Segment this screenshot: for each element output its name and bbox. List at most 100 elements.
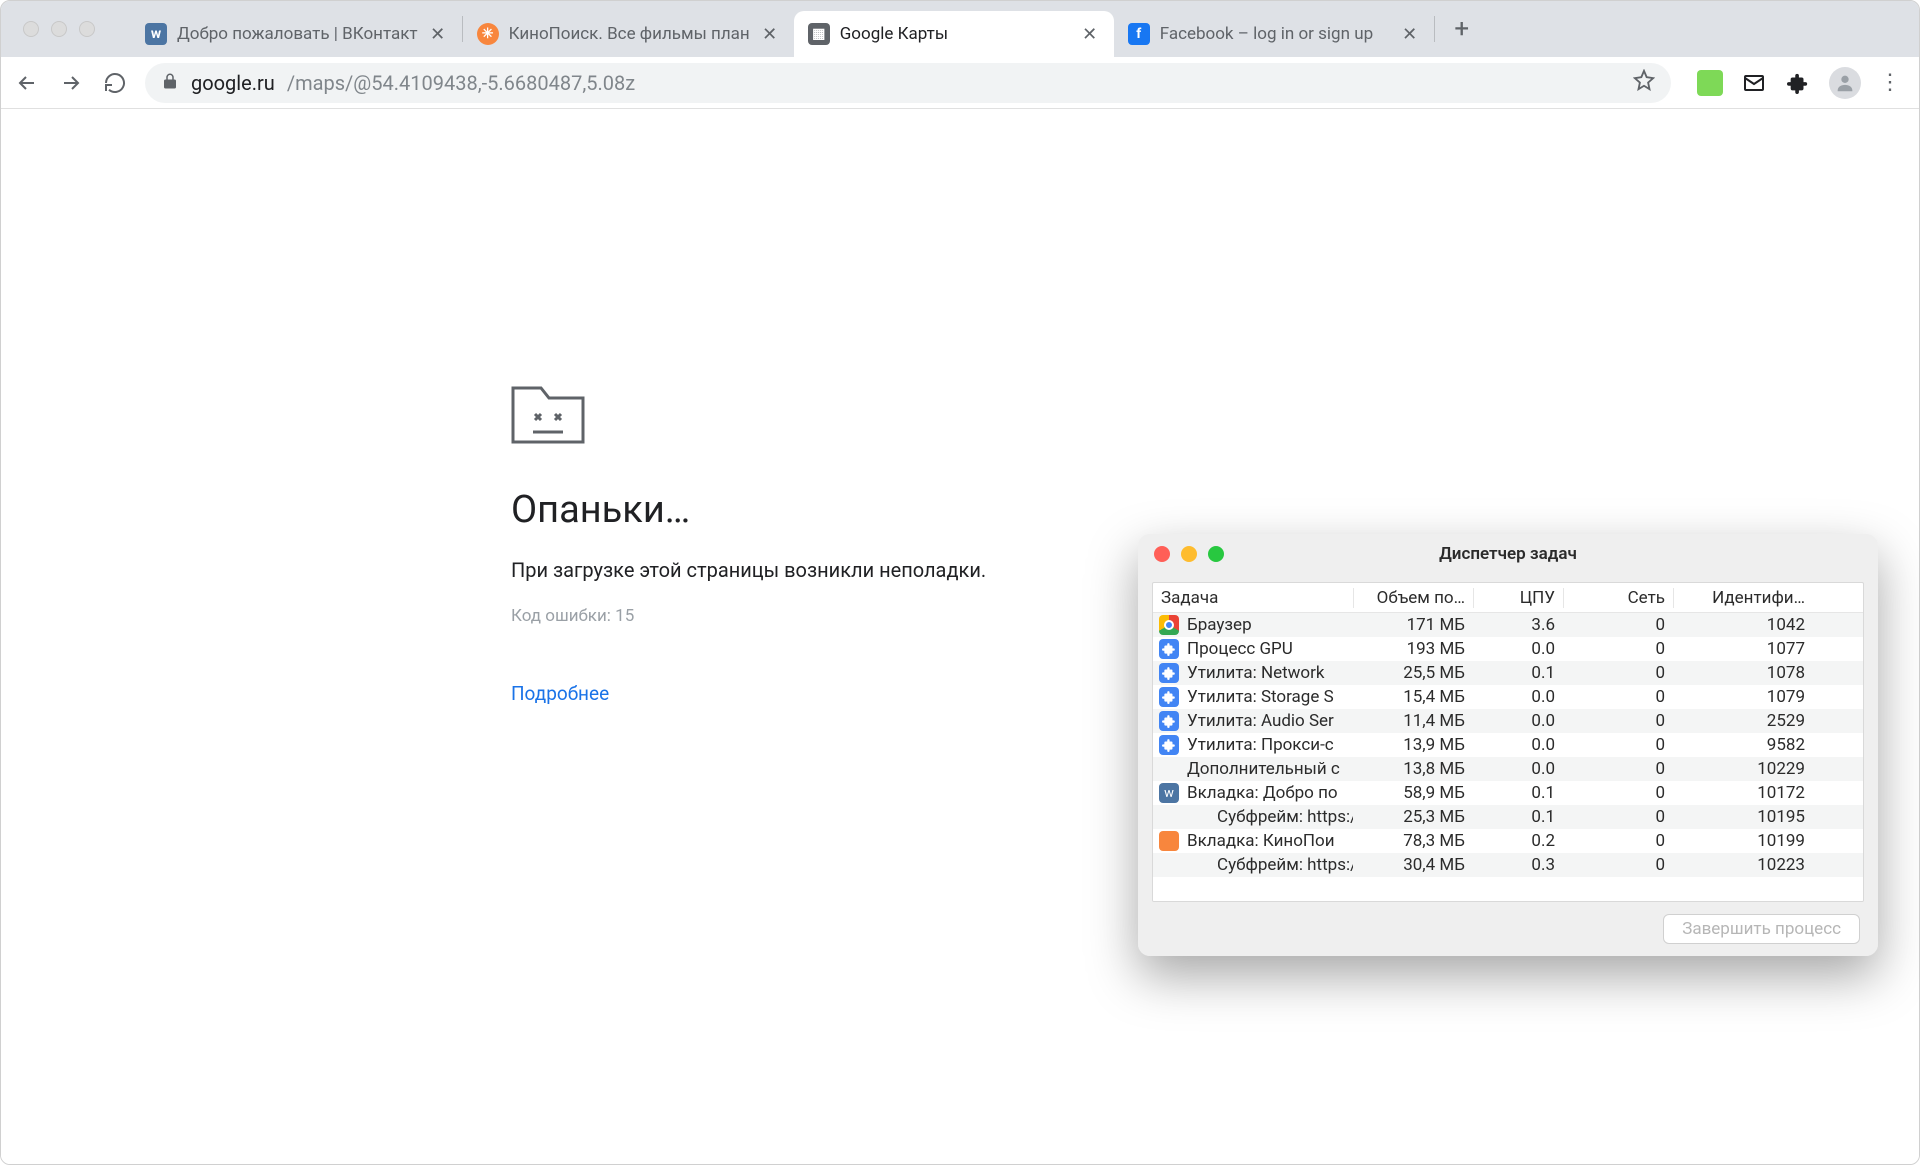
blank-icon bbox=[1189, 855, 1209, 875]
ext-icon bbox=[1159, 687, 1179, 707]
chrome-error-page: Опаньки… При загрузке этой страницы возн… bbox=[511, 384, 1111, 705]
mail-icon[interactable] bbox=[1741, 70, 1767, 96]
error-message: При загрузке этой страницы возникли непо… bbox=[511, 558, 1111, 582]
task-label: Утилита: Audio Ser bbox=[1187, 711, 1334, 731]
end-process-button[interactable]: Завершить процесс bbox=[1663, 914, 1860, 944]
bookmark-star-icon[interactable] bbox=[1633, 69, 1655, 96]
col-memory[interactable]: Объем по… bbox=[1353, 588, 1473, 608]
col-pid[interactable]: Идентифи… bbox=[1673, 588, 1813, 608]
table-row[interactable]: Утилита: Network25,5 МБ0.101078 bbox=[1153, 661, 1863, 685]
task-label: Браузер bbox=[1187, 615, 1252, 635]
tm-max-dot[interactable] bbox=[1208, 546, 1224, 562]
window-max-dot[interactable] bbox=[79, 21, 95, 37]
vk-icon: w bbox=[145, 23, 167, 45]
pid-cell: 10172 bbox=[1673, 783, 1813, 803]
new-tab-button[interactable]: + bbox=[1443, 10, 1481, 48]
network-cell: 0 bbox=[1563, 735, 1673, 755]
table-row[interactable]: Браузер171 МБ3.601042 bbox=[1153, 613, 1863, 637]
task-label: Утилита: Storage S bbox=[1187, 687, 1334, 707]
close-icon[interactable]: ✕ bbox=[760, 24, 780, 44]
window-traffic-lights[interactable] bbox=[23, 21, 95, 37]
task-label: Субфрейм: https:/ bbox=[1217, 807, 1353, 827]
cpu-cell: 0.1 bbox=[1473, 783, 1563, 803]
table-row[interactable]: Утилита: Audio Ser11,4 МБ0.002529 bbox=[1153, 709, 1863, 733]
error-heading: Опаньки… bbox=[511, 488, 1111, 532]
tm-close-dot[interactable] bbox=[1154, 546, 1170, 562]
col-cpu[interactable]: ЦПУ bbox=[1473, 588, 1563, 608]
facebook-icon: f bbox=[1128, 23, 1150, 45]
pid-cell: 2529 bbox=[1673, 711, 1813, 731]
pid-cell: 9582 bbox=[1673, 735, 1813, 755]
reload-button[interactable] bbox=[101, 69, 129, 97]
learn-more-link[interactable]: Подробнее bbox=[511, 682, 609, 705]
table-row[interactable]: Утилита: Прокси-с13,9 МБ0.009582 bbox=[1153, 733, 1863, 757]
extensions-puzzle-icon[interactable] bbox=[1785, 70, 1811, 96]
error-code: Код ошибки: 15 bbox=[511, 606, 1111, 626]
network-cell: 0 bbox=[1563, 807, 1673, 827]
task-label: Дополнительный с bbox=[1187, 759, 1340, 779]
browser-menu-button[interactable]: ⋮ bbox=[1879, 70, 1901, 95]
tm-min-dot[interactable] bbox=[1181, 546, 1197, 562]
col-network[interactable]: Сеть bbox=[1563, 588, 1673, 608]
network-cell: 0 bbox=[1563, 639, 1673, 659]
ext-icon bbox=[1159, 663, 1179, 683]
table-row[interactable]: Дополнительный с13,8 МБ0.0010229 bbox=[1153, 757, 1863, 781]
pid-cell: 10223 bbox=[1673, 855, 1813, 875]
cpu-cell: 0.2 bbox=[1473, 831, 1563, 851]
col-task[interactable]: Задача bbox=[1153, 588, 1353, 608]
table-row[interactable]: wВкладка: Добро по58,9 МБ0.1010172 bbox=[1153, 781, 1863, 805]
ext-icon bbox=[1159, 711, 1179, 731]
task-manager-titlebar[interactable]: Диспетчер задач bbox=[1138, 534, 1878, 574]
cpu-cell: 0.1 bbox=[1473, 807, 1563, 827]
task-cell: Браузер bbox=[1153, 615, 1353, 635]
task-label: Субфрейм: https:/ bbox=[1217, 855, 1353, 875]
kinopoisk-icon: ✳ bbox=[477, 23, 499, 45]
table-row[interactable]: Субфрейм: https:/30,4 МБ0.3010223 bbox=[1153, 853, 1863, 877]
network-cell: 0 bbox=[1563, 663, 1673, 683]
tab-kinopoisk[interactable]: ✳ КиноПоиск. Все фильмы план ✕ bbox=[463, 11, 794, 57]
blank-icon bbox=[1189, 807, 1209, 827]
table-row[interactable]: Вкладка: КиноПои78,3 МБ0.2010199 bbox=[1153, 829, 1863, 853]
tab-vk[interactable]: w Добро пожаловать | ВКонтакт ✕ bbox=[131, 11, 462, 57]
task-label: Утилита: Прокси-с bbox=[1187, 735, 1334, 755]
window-close-dot[interactable] bbox=[23, 21, 39, 37]
tm-traffic-lights[interactable] bbox=[1154, 546, 1224, 562]
profile-avatar-icon[interactable] bbox=[1829, 67, 1861, 99]
back-button[interactable] bbox=[13, 69, 41, 97]
memory-cell: 171 МБ bbox=[1353, 615, 1473, 635]
task-cell: Утилита: Audio Ser bbox=[1153, 711, 1353, 731]
tab-google-maps[interactable]: ▦ Google Карты ✕ bbox=[794, 11, 1114, 57]
pid-cell: 1077 bbox=[1673, 639, 1813, 659]
pid-cell: 10195 bbox=[1673, 807, 1813, 827]
task-cell: Вкладка: КиноПои bbox=[1153, 831, 1353, 851]
task-cell: Субфрейм: https:/ bbox=[1153, 855, 1353, 875]
table-row[interactable]: Утилита: Storage S15,4 МБ0.001079 bbox=[1153, 685, 1863, 709]
tab-strip: w Добро пожаловать | ВКонтакт ✕ ✳ КиноПо… bbox=[1, 1, 1919, 57]
tab-facebook[interactable]: f Facebook – log in or sign up ✕ bbox=[1114, 11, 1434, 57]
forward-button[interactable] bbox=[57, 69, 85, 97]
network-cell: 0 bbox=[1563, 783, 1673, 803]
address-bar[interactable]: google.ru/maps/@54.4109438,-5.6680487,5.… bbox=[145, 63, 1671, 103]
network-cell: 0 bbox=[1563, 759, 1673, 779]
pid-cell: 10199 bbox=[1673, 831, 1813, 851]
table-row[interactable]: Процесс GPU193 МБ0.001077 bbox=[1153, 637, 1863, 661]
kino-icon bbox=[1159, 831, 1179, 851]
lock-icon bbox=[161, 71, 179, 95]
close-icon[interactable]: ✕ bbox=[1400, 24, 1420, 44]
toolbar: google.ru/maps/@54.4109438,-5.6680487,5.… bbox=[1, 57, 1919, 109]
extension-icon[interactable] bbox=[1697, 70, 1723, 96]
memory-cell: 78,3 МБ bbox=[1353, 831, 1473, 851]
pid-cell: 10229 bbox=[1673, 759, 1813, 779]
close-icon[interactable]: ✕ bbox=[428, 24, 448, 44]
tab-label: Google Карты bbox=[840, 24, 1070, 44]
table-row[interactable]: Субфрейм: https:/25,3 МБ0.1010195 bbox=[1153, 805, 1863, 829]
cpu-cell: 0.0 bbox=[1473, 639, 1563, 659]
task-cell: Процесс GPU bbox=[1153, 639, 1353, 659]
window-min-dot[interactable] bbox=[51, 21, 67, 37]
memory-cell: 25,5 МБ bbox=[1353, 663, 1473, 683]
cpu-cell: 0.0 bbox=[1473, 687, 1563, 707]
close-icon[interactable]: ✕ bbox=[1080, 24, 1100, 44]
tab-label: Facebook – log in or sign up bbox=[1160, 24, 1390, 44]
cpu-cell: 0.0 bbox=[1473, 711, 1563, 731]
tm-header-row[interactable]: Задача Объем по… ЦПУ Сеть Идентифи… bbox=[1153, 583, 1863, 613]
